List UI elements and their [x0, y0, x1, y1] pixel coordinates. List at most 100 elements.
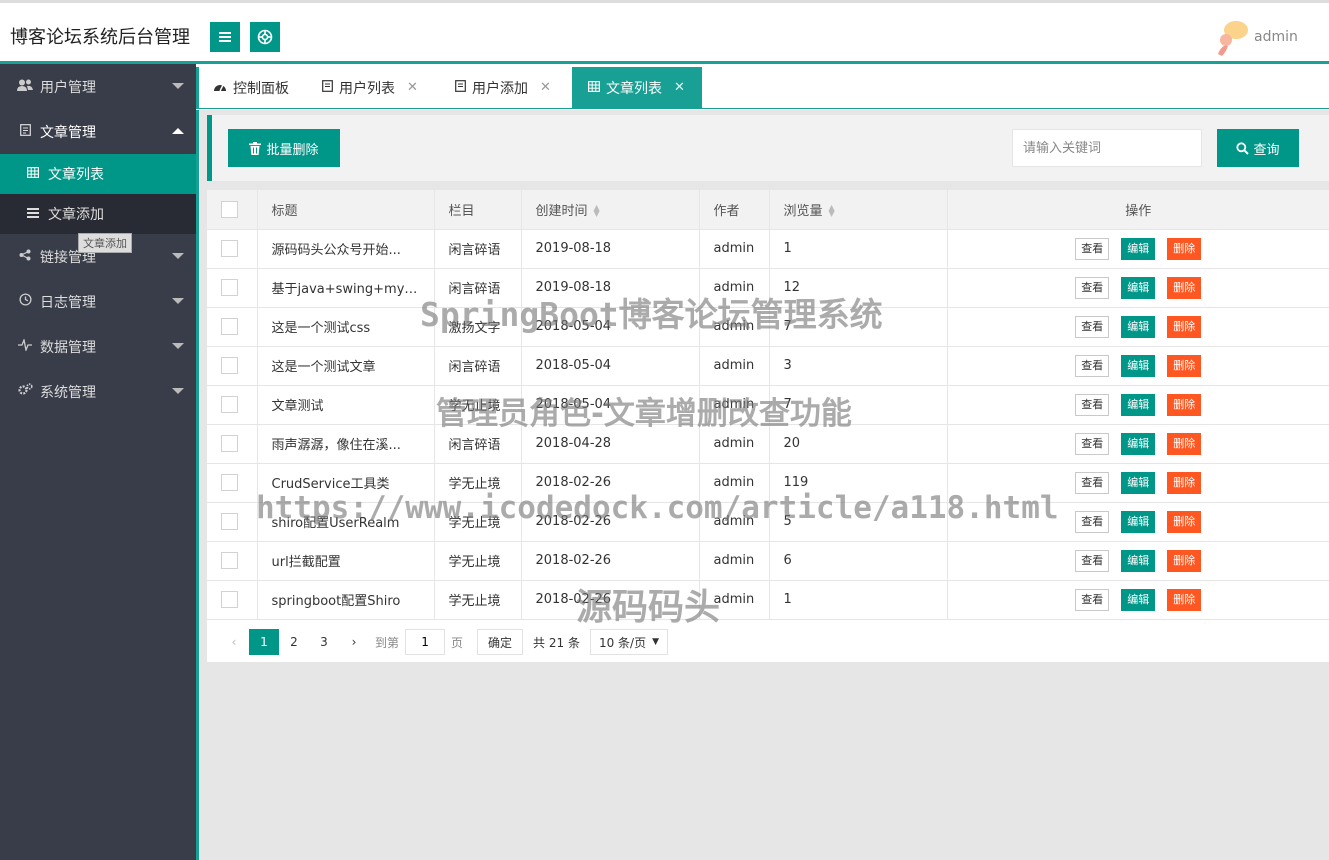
view-button[interactable]: 查看: [1075, 471, 1110, 494]
select-all-checkbox[interactable]: [221, 200, 238, 218]
cell-created: 2019-08-18: [520, 268, 699, 308]
view-button[interactable]: 查看: [1075, 354, 1110, 377]
username[interactable]: admin: [1254, 29, 1298, 45]
view-button[interactable]: 查看: [1075, 432, 1110, 455]
page-size-select[interactable]: 10 条/页 ▼: [589, 629, 669, 655]
view-button[interactable]: 查看: [1075, 588, 1110, 611]
sidebar-item-data[interactable]: 数据管理: [0, 324, 196, 369]
sort-icon[interactable]: ▲ ▼: [594, 204, 600, 218]
sidebar-item-logs[interactable]: 日志管理: [0, 279, 196, 324]
edit-button[interactable]: 编辑: [1121, 549, 1156, 572]
row-checkbox[interactable]: [221, 474, 238, 491]
view-button[interactable]: 查看: [1075, 276, 1110, 299]
delete-button[interactable]: 删除: [1167, 471, 1202, 494]
delete-button[interactable]: 删除: [1167, 549, 1202, 572]
sidebar-item-articles[interactable]: 文章管理: [0, 109, 196, 154]
row-checkbox[interactable]: [221, 513, 238, 530]
goto-page-input[interactable]: [405, 629, 446, 655]
next-page-button[interactable]: ›: [339, 629, 369, 655]
page-button-1[interactable]: 1: [249, 629, 279, 655]
pulse-icon: [16, 337, 34, 355]
search-label: 查询: [1253, 142, 1280, 158]
view-button[interactable]: 查看: [1075, 237, 1110, 260]
view-button[interactable]: 查看: [1075, 393, 1110, 416]
row-select-cell[interactable]: [207, 346, 257, 386]
tab-user-add[interactable]: 用户添加 ✕: [455, 67, 551, 108]
delete-button[interactable]: 删除: [1167, 237, 1202, 260]
cell-author: admin: [698, 307, 769, 347]
delete-button[interactable]: 删除: [1167, 510, 1202, 533]
avatar[interactable]: [1214, 18, 1250, 56]
row-checkbox[interactable]: [221, 396, 238, 413]
view-button[interactable]: 查看: [1075, 315, 1110, 338]
page-unit-label: 页: [451, 635, 464, 650]
menu-toggle-button[interactable]: [210, 22, 240, 52]
sidebar-item-label: 数据管理: [40, 339, 96, 356]
delete-button[interactable]: 删除: [1167, 432, 1202, 455]
sort-icon[interactable]: ▲ ▼: [829, 204, 835, 218]
cell-author: admin: [698, 463, 769, 503]
cell-created: 2018-04-28: [520, 424, 699, 464]
search-button[interactable]: 查询: [1217, 129, 1299, 167]
column-header-created[interactable]: 创建时间 ▲ ▼: [520, 190, 699, 230]
prev-page-button[interactable]: ‹: [219, 629, 249, 655]
delete-button[interactable]: 删除: [1167, 588, 1202, 611]
edit-button[interactable]: 编辑: [1121, 276, 1156, 299]
edit-button[interactable]: 编辑: [1121, 471, 1156, 494]
row-select-cell[interactable]: [207, 541, 257, 581]
row-select-cell[interactable]: [207, 385, 257, 425]
row-select-cell[interactable]: [207, 580, 257, 620]
row-select-cell[interactable]: [207, 502, 257, 542]
help-button[interactable]: [250, 22, 280, 52]
sidebar-item-label: 日志管理: [40, 294, 96, 311]
column-header-views[interactable]: 浏览量 ▲ ▼: [768, 190, 947, 230]
sidebar-item-system[interactable]: 系统管理: [0, 369, 196, 414]
row-select-cell[interactable]: [207, 268, 257, 308]
cell-title: springboot配置Shiro: [256, 580, 434, 620]
tab-dashboard[interactable]: 控制面板: [213, 67, 289, 108]
row-checkbox[interactable]: [221, 240, 238, 257]
delete-button[interactable]: 删除: [1167, 354, 1202, 377]
row-checkbox[interactable]: [221, 318, 238, 335]
row-select-cell[interactable]: [207, 229, 257, 269]
batch-delete-button[interactable]: 批量删除: [228, 129, 340, 167]
tab-article-list[interactable]: 文章列表 ✕: [572, 67, 702, 108]
page-button-2[interactable]: 2: [279, 629, 309, 655]
delete-button[interactable]: 删除: [1167, 276, 1202, 299]
goto-confirm-button[interactable]: 确定: [477, 629, 524, 655]
cell-actions: 查看 编辑 删除: [946, 424, 1329, 464]
column-header-category: 栏目: [433, 190, 521, 230]
sidebar-subitem-article-list[interactable]: 文章列表: [0, 154, 196, 194]
lifebuoy-icon: [257, 29, 273, 45]
edit-button[interactable]: 编辑: [1121, 315, 1156, 338]
view-button[interactable]: 查看: [1075, 510, 1110, 533]
row-checkbox[interactable]: [221, 591, 238, 608]
row-checkbox[interactable]: [221, 279, 238, 296]
page-button-3[interactable]: 3: [309, 629, 339, 655]
row-select-cell[interactable]: [207, 463, 257, 503]
select-all-cell[interactable]: [207, 190, 257, 230]
row-checkbox[interactable]: [221, 552, 238, 569]
edit-button[interactable]: 编辑: [1121, 588, 1156, 611]
sidebar-item-users[interactable]: 用户管理: [0, 64, 196, 109]
close-icon[interactable]: ✕: [407, 80, 418, 95]
tab-user-list[interactable]: 用户列表 ✕: [322, 67, 418, 108]
edit-button[interactable]: 编辑: [1121, 237, 1156, 260]
sidebar-subitem-article-add[interactable]: 文章添加: [0, 194, 196, 234]
delete-button[interactable]: 删除: [1167, 393, 1202, 416]
close-icon[interactable]: ✕: [674, 80, 685, 95]
row-checkbox[interactable]: [221, 435, 238, 452]
edit-button[interactable]: 编辑: [1121, 393, 1156, 416]
row-select-cell[interactable]: [207, 424, 257, 464]
edit-button[interactable]: 编辑: [1121, 354, 1156, 377]
edit-button[interactable]: 编辑: [1121, 432, 1156, 455]
view-button[interactable]: 查看: [1075, 549, 1110, 572]
edit-button[interactable]: 编辑: [1121, 510, 1156, 533]
close-icon[interactable]: ✕: [540, 80, 551, 95]
row-checkbox[interactable]: [221, 357, 238, 374]
search-input[interactable]: [1012, 129, 1202, 167]
delete-button[interactable]: 删除: [1167, 315, 1202, 338]
row-select-cell[interactable]: [207, 307, 257, 347]
chevron-down-icon: [172, 388, 184, 394]
cell-title: 这是一个测试css: [256, 307, 434, 347]
